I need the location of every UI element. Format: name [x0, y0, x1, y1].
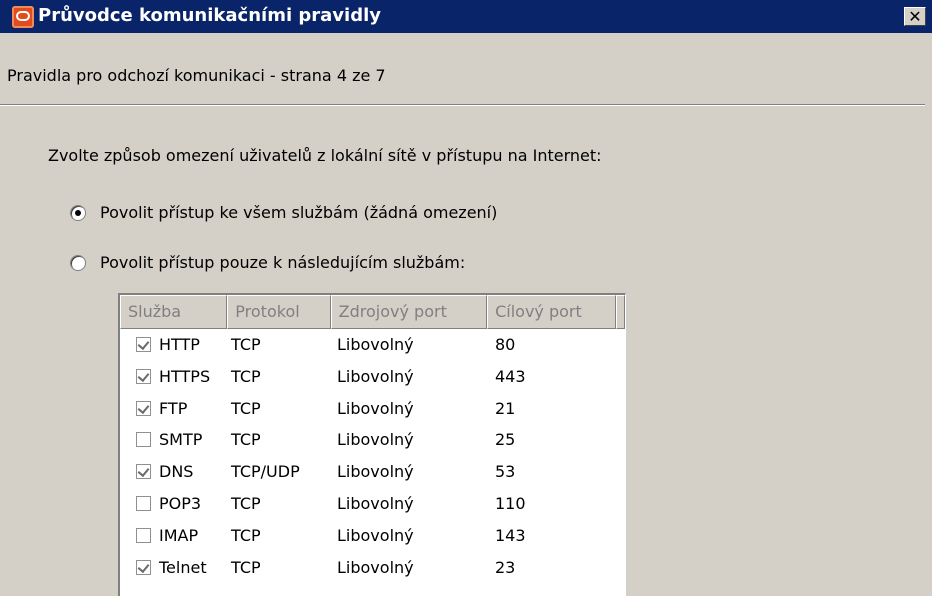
- source-port-cell: Libovolný: [337, 335, 414, 354]
- dest-port-cell: 21: [495, 398, 516, 418]
- protocol-cell: TCP: [231, 366, 261, 386]
- source-port-cell: Libovolný: [337, 430, 414, 450]
- table-row[interactable]: HTTP TCP Libovolný 80: [120, 330, 625, 361]
- table-row[interactable]: HTTPS TCP Libovolný 443: [120, 362, 625, 393]
- column-header-dest-port[interactable]: Cílový port: [487, 295, 617, 329]
- service-name-cell: HTTPS: [159, 366, 211, 386]
- dest-port-cell: 53: [495, 462, 516, 482]
- service-name-cell: FTP: [159, 398, 188, 418]
- table-row[interactable]: Telnet TCP Libovolný 23: [120, 553, 625, 584]
- services-list[interactable]: Služba Protokol Zdrojový port Cílový por…: [118, 293, 626, 596]
- service-checkbox[interactable]: [136, 559, 151, 575]
- dest-port-cell: 143: [495, 525, 526, 545]
- table-row[interactable]: FTP TCP Libovolný 21: [120, 394, 625, 425]
- services-list-header: Služba Protokol Zdrojový port Cílový por…: [120, 295, 626, 329]
- source-port-cell: Libovolný: [337, 462, 414, 482]
- service-checkbox[interactable]: [136, 527, 151, 543]
- dest-port-cell: 110: [495, 494, 526, 513]
- protocol-cell: TCP: [231, 557, 261, 577]
- source-port-cell: Libovolný: [337, 366, 414, 386]
- radio-allow-all-button[interactable]: [70, 204, 86, 221]
- table-row[interactable]: IMAP TCP Libovolný 143: [120, 521, 625, 552]
- service-name-cell: DNS: [159, 462, 194, 482]
- radio-allow-all-label[interactable]: Povolit přístup ke všem službám (žádná o…: [100, 203, 497, 222]
- service-checkbox[interactable]: [136, 400, 151, 416]
- service-name-cell: IMAP: [159, 525, 199, 545]
- wizard-window: Průvodce komunikačními pravidly ✕ Pravid…: [0, 0, 932, 596]
- service-name-cell: POP3: [159, 494, 202, 513]
- source-port-cell: Libovolný: [337, 398, 414, 418]
- column-header-protocol[interactable]: Protokol: [227, 295, 331, 329]
- prompt-label: Zvolte způsob omezení uživatelů z lokáln…: [48, 146, 602, 165]
- column-header-service[interactable]: Služba: [120, 295, 228, 329]
- service-name-cell: Telnet: [159, 557, 207, 577]
- radio-allow-all[interactable]: Povolit přístup ke všem službám (žádná o…: [70, 203, 497, 222]
- dest-port-cell: 25: [495, 430, 516, 450]
- service-name-cell: HTTP: [159, 335, 200, 354]
- close-button[interactable]: ✕: [904, 7, 926, 26]
- protocol-cell: TCP: [231, 525, 261, 545]
- radio-allow-selected-label[interactable]: Povolit přístup pouze k následujícím slu…: [100, 253, 465, 272]
- protocol-cell: TCP: [231, 494, 261, 513]
- page-subtitle: Pravidla pro odchozí komunikaci - strana…: [7, 66, 386, 85]
- service-checkbox[interactable]: [136, 496, 151, 511]
- source-port-cell: Libovolný: [337, 494, 414, 513]
- column-header-filler: [616, 295, 626, 329]
- protocol-cell: TCP: [231, 398, 261, 418]
- dest-port-cell: 443: [495, 366, 526, 386]
- column-header-source-port[interactable]: Zdrojový port: [330, 295, 488, 329]
- table-row[interactable]: DNS TCP/UDP Libovolný 53: [120, 457, 625, 488]
- title-bar[interactable]: Průvodce komunikačními pravidly ✕: [0, 0, 932, 33]
- service-checkbox[interactable]: [136, 432, 151, 448]
- service-name-cell: SMTP: [159, 430, 203, 450]
- table-row[interactable]: SMTP TCP Libovolný 25: [120, 425, 625, 456]
- radio-allow-selected-button[interactable]: [70, 254, 86, 271]
- radio-allow-selected[interactable]: Povolit přístup pouze k následujícím slu…: [70, 253, 465, 272]
- source-port-cell: Libovolný: [337, 557, 414, 577]
- service-checkbox[interactable]: [136, 337, 151, 352]
- service-checkbox[interactable]: [136, 368, 151, 384]
- source-port-cell: Libovolný: [337, 525, 414, 545]
- app-icon: [12, 6, 34, 28]
- protocol-cell: TCP: [231, 430, 261, 450]
- service-checkbox[interactable]: [136, 464, 151, 480]
- dest-port-cell: 80: [495, 335, 516, 354]
- header-separator: [0, 104, 925, 106]
- protocol-cell: TCP: [231, 335, 261, 354]
- dest-port-cell: 23: [495, 557, 516, 577]
- protocol-cell: TCP/UDP: [231, 462, 300, 482]
- table-row[interactable]: POP3 TCP Libovolný 110: [120, 489, 625, 520]
- window-title: Průvodce komunikačními pravidly: [38, 5, 381, 26]
